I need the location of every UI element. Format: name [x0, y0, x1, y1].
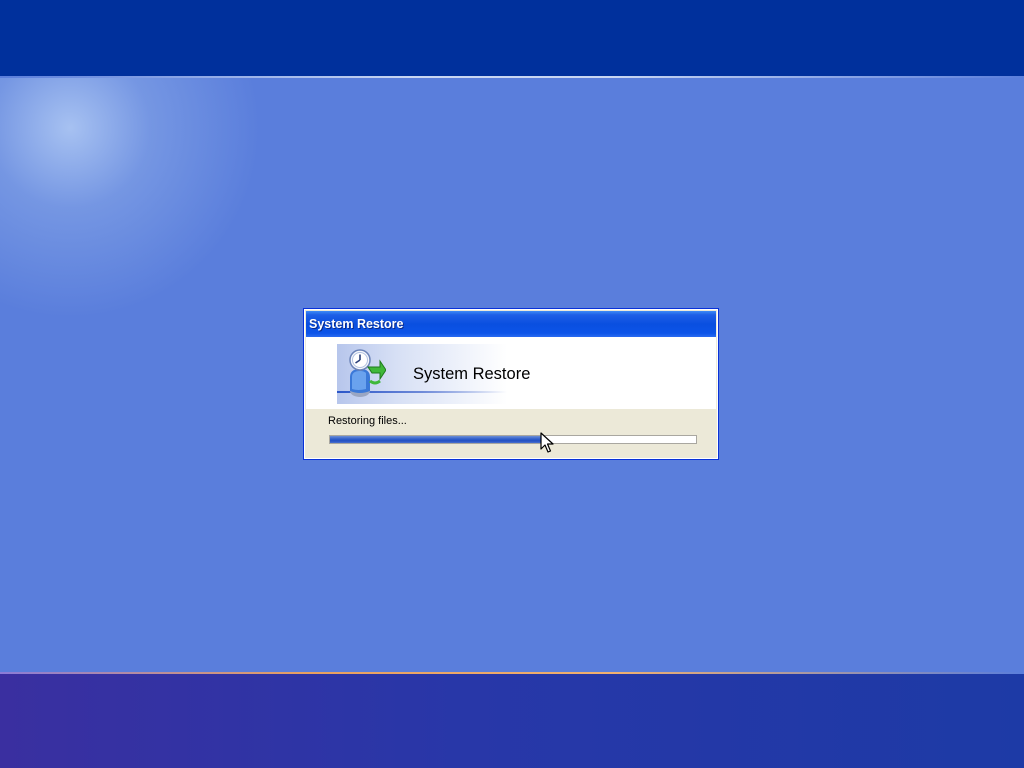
dialog-title: System Restore [309, 317, 404, 331]
dialog-body: Restoring files... [306, 409, 716, 457]
header-title: System Restore [413, 365, 531, 383]
dialog-header: System Restore [306, 337, 716, 409]
progress-fill [330, 436, 543, 443]
system-restore-icon [349, 349, 386, 397]
top-band [0, 0, 1024, 78]
system-restore-dialog: System Restore System Restore Restoring … [303, 308, 719, 460]
bottom-band [0, 672, 1024, 768]
status-text: Restoring files... [328, 415, 407, 427]
dialog-titlebar[interactable]: System Restore [306, 311, 716, 337]
arrow-cursor-icon [540, 432, 554, 453]
progress-bar [329, 435, 697, 444]
